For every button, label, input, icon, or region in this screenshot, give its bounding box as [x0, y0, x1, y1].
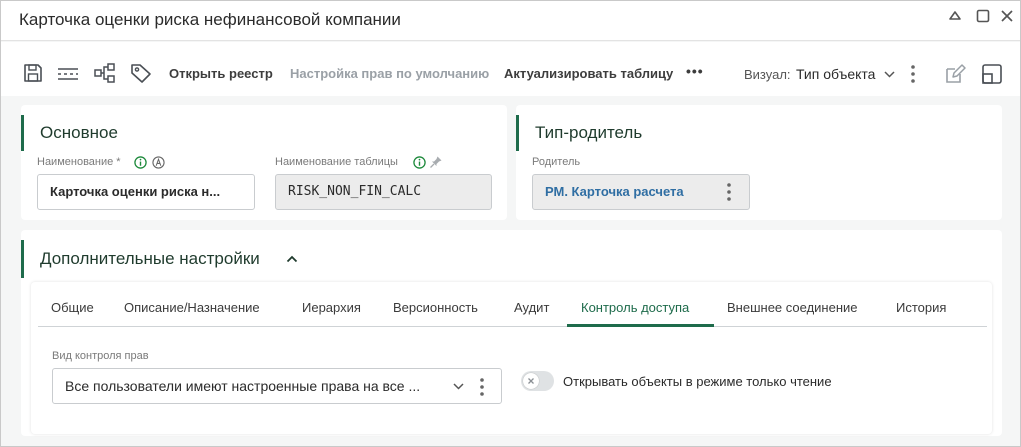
readonly-toggle-label: Открывать объекты в режиме только чтение: [563, 374, 832, 389]
info-icon[interactable]: [413, 156, 426, 169]
card-accent: [516, 115, 519, 151]
window-title: Карточка оценки риска нефинансовой компа…: [19, 10, 401, 29]
table-name-field[interactable]: RISK_NON_FIN_CALC: [275, 174, 492, 210]
visual-label: Визуал:: [744, 67, 791, 82]
default-rights-button[interactable]: Настройка прав по умолчанию: [290, 66, 489, 81]
window: Карточка оценки риска нефинансовой компа…: [0, 0, 1021, 447]
info-icon[interactable]: [134, 156, 147, 169]
toggle-knob: [523, 373, 539, 389]
tab-general[interactable]: Общие: [51, 300, 94, 315]
card-accent: [21, 240, 24, 278]
parent-card: Тип-родитель Родитель РМ. Карточка расче…: [516, 105, 1002, 220]
kebab-menu-icon[interactable]: [724, 182, 734, 202]
access-control-value: Все пользователи имеют настроенные права…: [65, 378, 421, 394]
tab-bar: Общие Описание/Назначение Иерархия Верси…: [38, 292, 987, 327]
toolbar: Открыть реестр Настройка прав по умолчан…: [1, 42, 1020, 96]
tab-hierarchy[interactable]: Иерархия: [302, 300, 361, 315]
maximize-icon[interactable]: [974, 7, 992, 25]
hierarchy-icon[interactable]: [93, 61, 117, 85]
access-control-select[interactable]: Все пользователи имеют настроенные права…: [52, 368, 502, 404]
refresh-table-button[interactable]: Актуализировать таблицу: [504, 66, 673, 81]
kebab-menu-icon[interactable]: [908, 64, 918, 84]
parent-card-title: Тип-родитель: [535, 123, 643, 142]
layout-icon[interactable]: [980, 62, 1004, 86]
active-tab-indicator: [567, 324, 714, 327]
save-icon[interactable]: [21, 61, 45, 85]
translate-icon[interactable]: [152, 156, 165, 169]
card-accent: [21, 115, 24, 151]
edit-icon[interactable]: [943, 62, 967, 86]
close-icon[interactable]: [998, 7, 1016, 25]
access-control-label: Вид контроля прав: [52, 350, 149, 362]
kebab-menu-icon[interactable]: [477, 377, 487, 397]
parent-link[interactable]: РМ. Карточка расчета: [545, 184, 684, 199]
extra-settings-title[interactable]: Дополнительные настройки: [40, 249, 260, 269]
name-field[interactable]: Карточка оценки риска н...: [37, 174, 255, 210]
tag-icon[interactable]: [129, 61, 153, 85]
tab-external-connection[interactable]: Внешнее соединение: [727, 300, 858, 315]
pin-icon[interactable]: [429, 155, 443, 169]
visual-select[interactable]: Тип объекта: [796, 66, 875, 82]
more-button[interactable]: •••: [686, 63, 704, 79]
main-card: Основное Наименование * Карточка оценки …: [21, 105, 507, 220]
table-name-label: Наименование таблицы: [275, 156, 398, 168]
name-label: Наименование *: [37, 156, 121, 168]
tab-access-control[interactable]: Контроль доступа: [581, 300, 689, 315]
main-card-title: Основное: [40, 123, 118, 142]
tab-audit[interactable]: Аудит: [514, 300, 549, 315]
open-registry-button[interactable]: Открыть реестр: [169, 66, 273, 81]
title-bar: Карточка оценки риска нефинансовой компа…: [1, 1, 1020, 41]
collapse-icon[interactable]: [946, 7, 964, 25]
parent-field[interactable]: РМ. Карточка расчета: [532, 174, 750, 210]
tab-history[interactable]: История: [896, 300, 946, 315]
chevron-down-icon[interactable]: [452, 380, 465, 393]
list-icon[interactable]: [56, 61, 80, 85]
x-icon: [528, 378, 534, 384]
extra-settings-card: Дополнительные настройки: [21, 230, 1002, 436]
tab-description[interactable]: Описание/Назначение: [124, 300, 260, 315]
chevron-up-icon[interactable]: [285, 252, 299, 266]
chevron-down-icon[interactable]: [883, 68, 896, 81]
readonly-toggle[interactable]: [521, 371, 554, 391]
parent-label: Родитель: [532, 156, 581, 168]
tab-versioning[interactable]: Версионность: [393, 300, 478, 315]
